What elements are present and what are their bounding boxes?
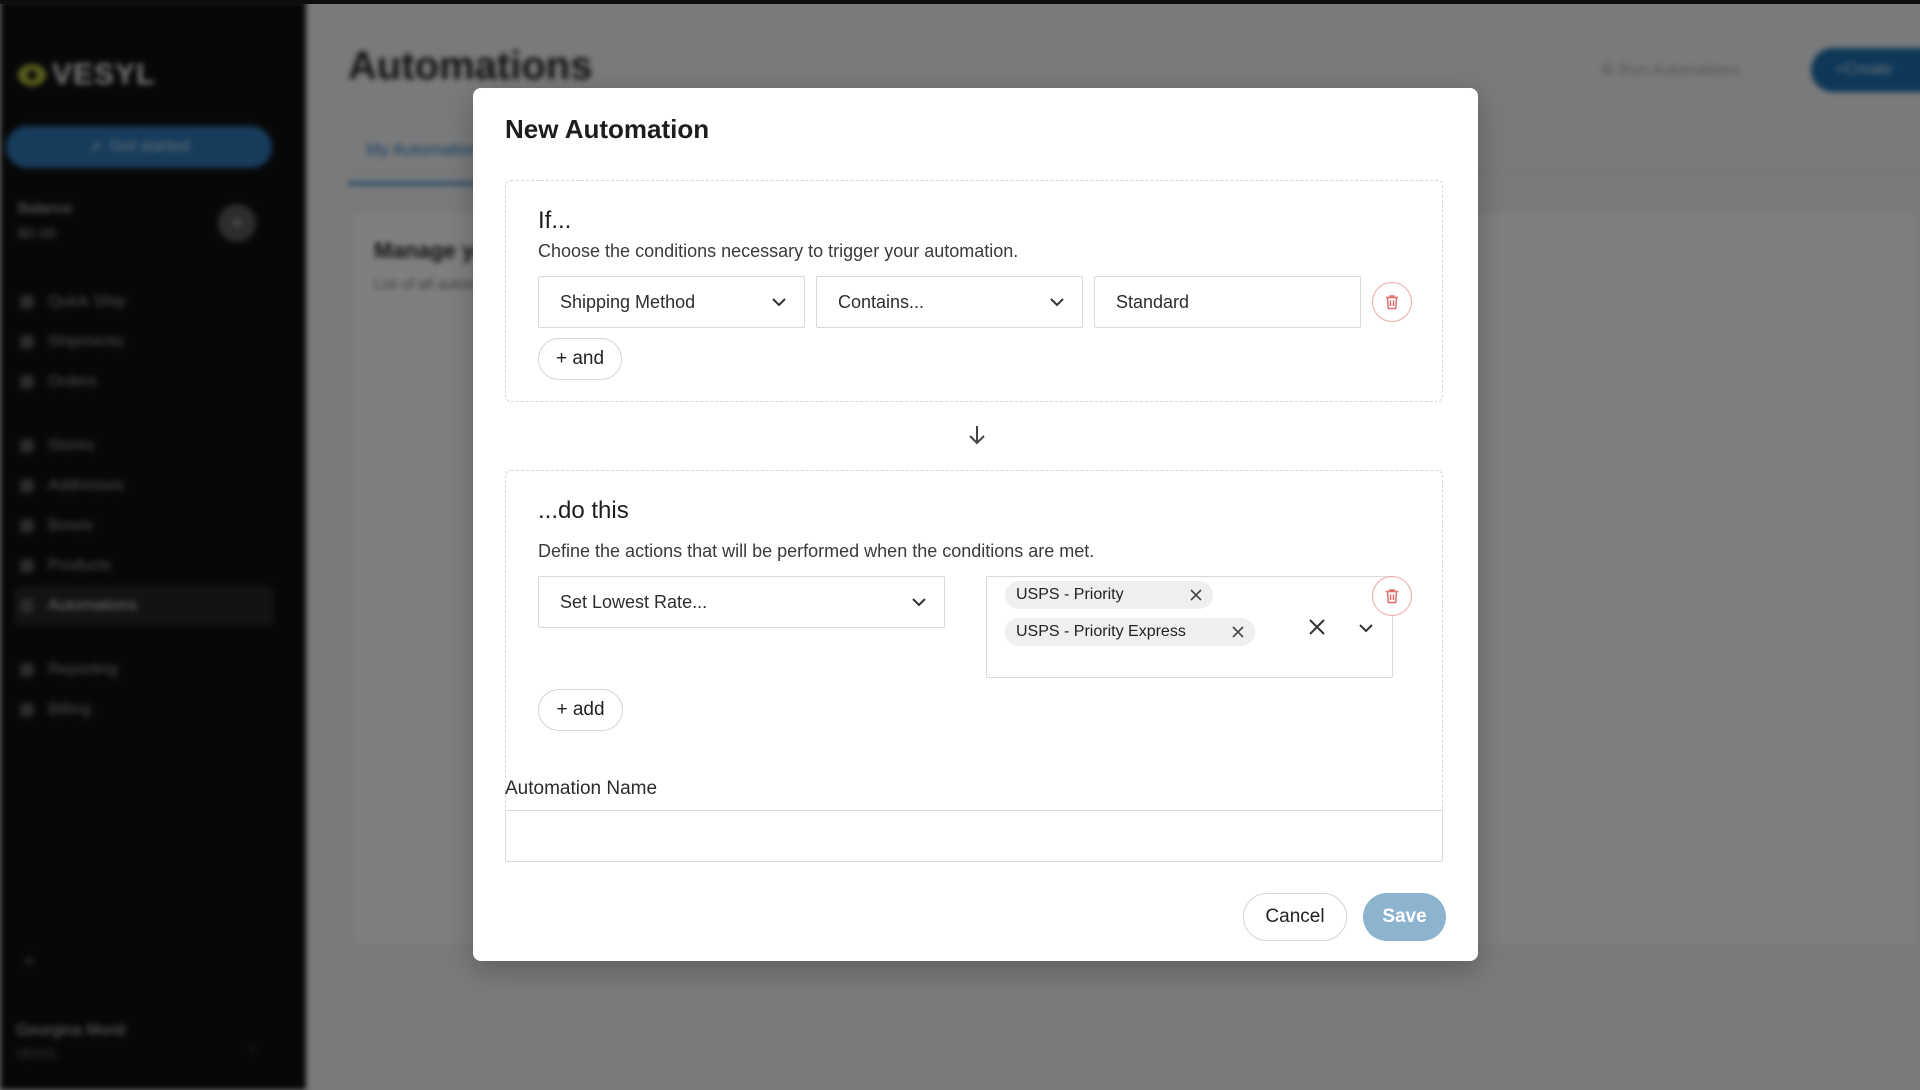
operator-value: Contains...	[838, 291, 925, 312]
automation-name-label: Automation Name	[505, 778, 658, 799]
add-condition-button[interactable]: + and	[538, 338, 622, 380]
trash-icon	[1386, 589, 1398, 604]
save-button[interactable]: Save	[1363, 893, 1446, 941]
chevron-down-icon	[772, 298, 786, 307]
trash-icon	[1386, 295, 1398, 310]
selected-option-tag: USPS - Priority	[1005, 581, 1213, 609]
rate-multiselect[interactable]: USPS - Priority USPS - Priority Express	[986, 576, 1393, 678]
remove-tag-icon[interactable]	[1189, 588, 1203, 602]
chevron-down-icon	[1050, 298, 1064, 307]
condition-value: Standard	[1116, 291, 1190, 312]
tag-label: USPS - Priority	[1016, 586, 1124, 603]
action-select[interactable]: Set Lowest Rate...	[538, 576, 945, 628]
modal-title: New Automation	[505, 114, 710, 144]
arrow-down-icon	[969, 426, 985, 445]
condition-field-value: Shipping Method	[560, 291, 696, 312]
new-automation-modal: New Automation If... Choose the conditio…	[473, 88, 1478, 961]
selected-option-tag: USPS - Priority Express	[1005, 618, 1255, 646]
do-heading: ...do this	[538, 497, 629, 524]
if-heading: If...	[538, 207, 572, 234]
chevron-down-icon[interactable]	[1357, 619, 1375, 637]
chevron-down-icon	[912, 598, 926, 607]
clear-selection-icon[interactable]	[1307, 617, 1327, 637]
delete-condition-button[interactable]	[1372, 282, 1412, 322]
automation-name-input[interactable]	[505, 810, 1443, 862]
condition-value-input[interactable]: Standard	[1094, 276, 1361, 328]
remove-tag-icon[interactable]	[1231, 625, 1245, 639]
operator-select[interactable]: Contains...	[816, 276, 1083, 328]
condition-field-select[interactable]: Shipping Method	[538, 276, 805, 328]
do-description: Define the actions that will be performe…	[538, 541, 1095, 561]
if-description: Choose the conditions necessary to trigg…	[538, 241, 1019, 261]
delete-action-button[interactable]	[1372, 576, 1412, 616]
tag-label: USPS - Priority Express	[1016, 623, 1186, 640]
cancel-button[interactable]: Cancel	[1243, 893, 1347, 941]
add-action-button[interactable]: + add	[538, 689, 623, 731]
action-value: Set Lowest Rate...	[560, 591, 708, 612]
if-section: If... Choose the conditions necessary to…	[505, 180, 1443, 402]
